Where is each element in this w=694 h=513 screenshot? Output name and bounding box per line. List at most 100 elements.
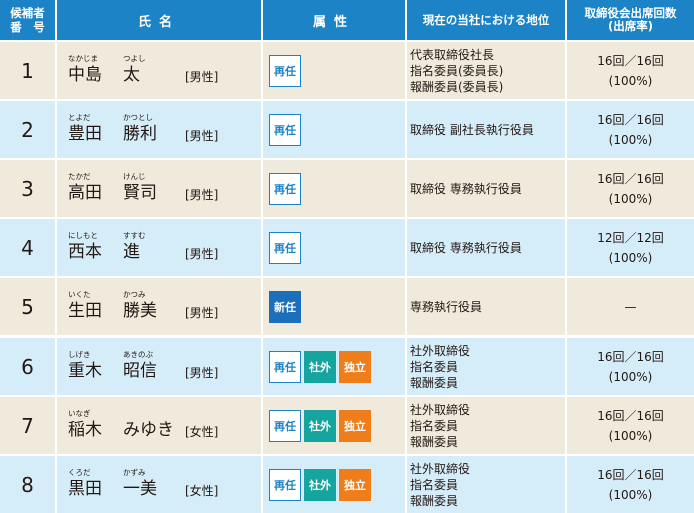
family-name-ruby: くろだ: [68, 468, 91, 477]
attendance-rate: (100%): [608, 250, 653, 265]
board-attendance: 16回／16回 (100%): [567, 397, 694, 454]
candidate-number: 1: [0, 42, 55, 99]
gender-label: [女性]: [185, 484, 219, 498]
given-name-ruby: かつとし: [123, 113, 153, 122]
attribute-badge: 社外: [304, 468, 336, 501]
attendance-rate: (100%): [608, 191, 653, 206]
attribute-badges: 新任: [263, 278, 405, 335]
header-number-line2: 番 号: [10, 20, 45, 34]
current-position: 専務執行役員: [407, 278, 565, 335]
given-name: 一美: [123, 479, 157, 499]
family-name-ruby: にしもと: [68, 231, 98, 240]
family-name: 重木: [68, 361, 102, 381]
position-line: 報酬委員: [410, 493, 459, 508]
attribute-badges: 再任: [263, 160, 405, 217]
given-name: 賢司: [123, 183, 157, 203]
candidate-name-cell: たかだ高田 けんじ賢司 [男性]: [57, 160, 261, 217]
candidate-table: 候補者番 号 氏名 属性 現在の当社における地位 取締役会出席回数 (出席率) 1…: [0, 0, 694, 513]
board-attendance: 16回／16回 (100%): [567, 42, 694, 99]
board-attendance: 16回／16回 (100%): [567, 338, 694, 395]
header-position: 現在の当社における地位: [407, 0, 565, 40]
position-line: 指名委員: [410, 359, 459, 374]
current-position: 社外取締役 指名委員 報酬委員: [407, 397, 565, 454]
attribute-badge: 社外: [304, 409, 336, 442]
position-line: 代表取締役社長: [410, 47, 495, 62]
candidate-number: 7: [0, 397, 55, 454]
position-line: 指名委員: [410, 477, 459, 492]
attendance-rate: (100%): [608, 487, 653, 502]
family-name: 中島: [68, 65, 102, 85]
attribute-badge: 独立: [339, 468, 371, 501]
attribute-badge: 独立: [339, 409, 371, 442]
family-name: 生田: [68, 301, 102, 321]
candidate-number: 3: [0, 160, 55, 217]
position-line: 専務執行役員: [410, 299, 483, 314]
given-name: みゆき: [123, 420, 174, 440]
attendance-count: 16回／16回: [597, 171, 664, 186]
position-line: 社外取締役: [410, 402, 471, 417]
attendance-rate: (100%): [608, 132, 653, 147]
header-number-line1: 候補者: [10, 6, 45, 20]
family-name-ruby: いくた: [68, 290, 91, 299]
position-line: 社外取締役: [410, 461, 471, 476]
header-name: 氏名: [57, 0, 261, 40]
attendance-count: —: [624, 299, 637, 314]
attribute-badge: 再任: [269, 172, 301, 205]
family-name-ruby: いなぎ: [68, 409, 91, 418]
candidate-name-cell: くろだ 黒田 かずみ 一美 [女性]: [57, 456, 261, 513]
attendance-count: 16回／16回: [597, 349, 664, 364]
current-position: 社外取締役 指名委員 報酬委員: [407, 456, 565, 513]
position-line: 指名委員: [410, 418, 459, 433]
current-position: 取締役 専務執行役員: [407, 160, 565, 217]
board-attendance: 16回／16回 (100%): [567, 160, 694, 217]
attribute-badge: 再任: [269, 113, 301, 146]
board-attendance: 16回／16回 (100%): [567, 456, 694, 513]
gender-label: [男性]: [185, 70, 219, 84]
attendance-count: 16回／16回: [597, 408, 664, 423]
position-line: 指名委員(委員長): [410, 63, 504, 78]
gender-label: [男性]: [185, 129, 219, 143]
attribute-badge: 再任: [269, 54, 301, 87]
header-attendance: 取締役会出席回数 (出席率): [567, 0, 694, 40]
attendance-count: 16回／16回: [597, 53, 664, 68]
candidate-number: 4: [0, 219, 55, 276]
attribute-badges: 再任 社外 独立: [263, 338, 405, 395]
current-position: 代表取締役社長 指名委員(委員長) 報酬委員(委員長): [407, 42, 565, 99]
current-position: 取締役 専務執行役員: [407, 219, 565, 276]
attribute-badges: 再任: [263, 219, 405, 276]
attendance-count: 16回／16回: [597, 112, 664, 127]
position-line: 社外取締役: [410, 343, 471, 358]
candidate-number: 6: [0, 338, 55, 395]
given-name-ruby: かつみ: [123, 290, 146, 299]
given-name-ruby: つよし: [123, 54, 146, 63]
candidate-number: 2: [0, 101, 55, 158]
header-candidate-number: 候補者番 号: [0, 0, 55, 40]
attribute-badge: 新任: [269, 290, 301, 323]
given-name-ruby: けんじ: [123, 172, 146, 181]
family-name-ruby: たかだ: [68, 172, 91, 181]
given-name: 勝利: [123, 124, 157, 144]
attendance-rate: (100%): [608, 428, 653, 443]
given-name: 昭信: [123, 361, 157, 381]
board-attendance: 12回／12回 (100%): [567, 219, 694, 276]
position-line: 報酬委員(委員長): [410, 79, 504, 94]
gender-label: [男性]: [185, 306, 219, 320]
given-name: 勝美: [123, 301, 157, 321]
candidate-number: 5: [0, 278, 55, 335]
attribute-badges: 再任 社外 独立: [263, 456, 405, 513]
family-name-ruby: なかじま: [68, 54, 98, 63]
given-name: 太: [123, 65, 140, 85]
attribute-badges: 再任: [263, 42, 405, 99]
attribute-badge: 再任: [269, 468, 301, 501]
family-name-ruby: しげき: [68, 350, 91, 359]
attendance-rate: (100%): [608, 369, 653, 384]
family-name: 西本: [68, 242, 102, 262]
family-name: 稲木: [68, 420, 102, 440]
position-line: 報酬委員: [410, 375, 459, 390]
given-name-ruby: あきのぶ: [123, 350, 153, 359]
family-name: 高田: [68, 183, 102, 203]
gender-label: [女性]: [185, 425, 219, 439]
gender-label: [男性]: [185, 188, 219, 202]
candidate-name-cell: なかじま中島 つよし太 [男性]: [57, 42, 261, 99]
candidate-name-cell: いくた生田 かつみ勝美 [男性]: [57, 278, 261, 335]
